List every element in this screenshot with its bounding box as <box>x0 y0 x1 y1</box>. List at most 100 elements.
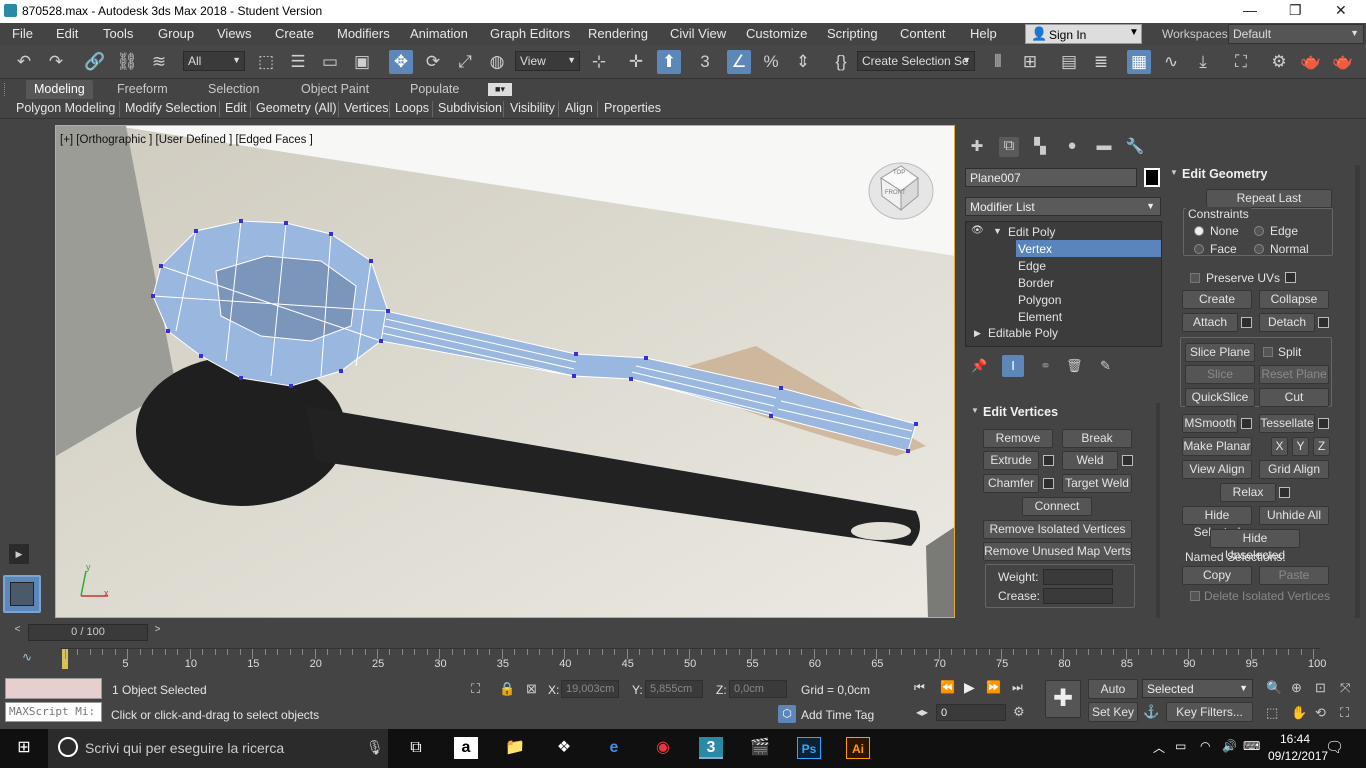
ribbon-options-icon[interactable]: ■▾ <box>488 83 512 96</box>
create-button[interactable]: Create <box>1182 290 1252 309</box>
select-manipulate-icon[interactable]: ✛ <box>624 50 648 74</box>
undo-icon[interactable]: ↶ <box>12 50 36 74</box>
clock-date[interactable]: 09/12/2017 <box>1268 749 1328 763</box>
time-tag-icon[interactable]: ⬡ <box>778 705 796 723</box>
key-filters-toggle-icon[interactable]: ⚓ <box>1143 704 1159 720</box>
percent-snap-icon[interactable]: % <box>759 50 783 74</box>
make-planar-button[interactable]: Make Planar <box>1182 437 1252 456</box>
keyboard-shortcut-override-icon[interactable]: ⬆ <box>657 50 681 74</box>
workspace-dropdown[interactable]: Default ▼ <box>1228 24 1364 44</box>
show-end-result-icon[interactable]: I <box>1002 355 1024 377</box>
select-by-name-icon[interactable]: ☰ <box>286 50 310 74</box>
edge-browser-icon[interactable]: e <box>602 737 626 759</box>
wifi-icon[interactable]: ◠ <box>1200 739 1210 753</box>
selection-lock-icon[interactable]: 🔒 <box>499 681 515 697</box>
menu-content[interactable]: Content <box>900 26 946 41</box>
tab-modeling[interactable]: Modeling <box>26 80 93 99</box>
motion-tab-icon[interactable]: ● <box>1062 137 1082 157</box>
curve-editor-icon[interactable]: ∿ <box>1159 50 1183 74</box>
taskbar-search[interactable]: Scrivi qui per eseguire la ricerca 🎙 <box>48 729 388 768</box>
layer-explorer-icon[interactable]: ≣ <box>1089 50 1113 74</box>
reference-coordinate-dropdown[interactable]: View ▼ <box>515 51 580 71</box>
rectangular-selection-icon[interactable]: ▭ <box>318 50 342 74</box>
stack-item-editable-poly[interactable]: Editable Poly <box>988 326 1058 340</box>
time-slider[interactable]: 0 / 100 <box>28 624 148 641</box>
named-selection-dropdown[interactable]: Create Selection Se ▼ <box>857 51 975 71</box>
object-color-swatch[interactable] <box>1144 168 1160 187</box>
relax-button[interactable]: Relax <box>1220 483 1276 502</box>
make-unique-icon[interactable]: ⚭ <box>1040 358 1051 374</box>
key-mode-icon[interactable]: ◂▸ <box>916 705 928 719</box>
relax-settings-icon[interactable] <box>1279 487 1290 498</box>
panel-loops[interactable]: Loops <box>395 101 429 115</box>
menu-customize[interactable]: Customize <box>746 26 807 41</box>
panel-visibility[interactable]: Visibility <box>510 101 555 115</box>
preserve-uvs-settings-icon[interactable] <box>1285 272 1296 283</box>
battery-icon[interactable]: ▭ <box>1175 739 1186 753</box>
keyboard-icon[interactable]: ⌨ <box>1243 739 1260 753</box>
extrude-button[interactable]: Extrude <box>983 451 1039 470</box>
menu-civil-view[interactable]: Civil View <box>670 26 726 41</box>
microphone-icon[interactable]: 🎙 <box>366 739 384 756</box>
create-tab-icon[interactable]: ✚ <box>967 137 987 157</box>
rotate-icon[interactable]: ⟳ <box>421 50 445 74</box>
viewport-layout-icon[interactable] <box>3 575 41 613</box>
3ds-max-icon[interactable]: 3 <box>699 737 723 759</box>
target-weld-button[interactable]: Target Weld <box>1062 474 1132 493</box>
illustrator-icon[interactable]: Ai <box>846 737 870 759</box>
edit-named-selection-icon[interactable]: {} <box>829 50 853 74</box>
tab-freeform[interactable]: Freeform <box>117 82 168 96</box>
angle-snap-icon[interactable]: ∠ <box>727 50 751 74</box>
action-center-icon[interactable]: 🗨 <box>1325 738 1344 756</box>
hide-selected-button[interactable]: Hide Selected <box>1182 506 1252 539</box>
maxscript-mini-listener[interactable]: MAXScript Mi: <box>5 702 102 722</box>
preserve-uvs-label[interactable]: Preserve UVs <box>1206 271 1280 285</box>
chamfer-button[interactable]: Chamfer <box>983 474 1039 493</box>
next-frame-icon[interactable]: ⏩ <box>986 680 1001 694</box>
zoom-icon[interactable]: 🔍 <box>1266 680 1282 696</box>
render-production-icon[interactable]: 🫖 <box>1331 50 1355 74</box>
zoom-extents-icon[interactable]: ⊡ <box>1315 680 1326 696</box>
grid-align-button[interactable]: Grid Align <box>1259 460 1329 479</box>
delete-isolated-label[interactable]: Delete Isolated Vertices <box>1204 589 1330 603</box>
attach-settings-icon[interactable] <box>1241 317 1252 328</box>
stack-item-polygon[interactable]: Polygon <box>1018 293 1061 307</box>
detach-settings-icon[interactable] <box>1318 317 1329 328</box>
menu-tools[interactable]: Tools <box>103 26 133 41</box>
place-icon[interactable]: ◍ <box>485 50 509 74</box>
scene-explorer-icon[interactable]: ▤ <box>1057 50 1081 74</box>
window-crossing-icon[interactable]: ▣ <box>350 50 374 74</box>
dropbox-icon[interactable]: ❖ <box>552 737 576 759</box>
hierarchy-tab-icon[interactable]: ▚ <box>1030 137 1050 157</box>
stack-item-vertex[interactable]: Vertex <box>1018 242 1052 256</box>
constraint-none-radio[interactable] <box>1194 226 1204 236</box>
constraint-face-radio[interactable] <box>1194 244 1204 254</box>
unhide-all-button[interactable]: Unhide All <box>1259 506 1329 525</box>
add-time-tag-button[interactable]: Add Time Tag <box>801 708 874 722</box>
show-hidden-icons-icon[interactable]: ︿ <box>1153 739 1165 756</box>
eye-icon[interactable]: 👁 <box>971 225 984 236</box>
normal-label[interactable]: Normal <box>1270 242 1309 256</box>
edit-vertices-title[interactable]: Edit Vertices <box>983 405 1058 419</box>
key-filters-button[interactable]: Key Filters... <box>1166 702 1253 722</box>
viewport-orthographic[interactable]: [+] [Orthographic ] [User Defined ] [Edg… <box>55 125 955 618</box>
panel-edit[interactable]: Edit <box>225 101 247 115</box>
collapse-arrow-icon[interactable]: ▶ <box>974 328 981 339</box>
scale-icon[interactable]: ⤢ <box>453 50 477 74</box>
isolate-selection-icon[interactable]: ⛶ <box>471 681 480 697</box>
weld-button[interactable]: Weld <box>1062 451 1118 470</box>
x-coordinate-field[interactable]: 19,003cm <box>561 680 619 698</box>
zoom-region-icon[interactable]: ⬚ <box>1266 705 1278 721</box>
move-icon[interactable]: ✥ <box>389 50 413 74</box>
remove-modifier-icon[interactable]: 🗑 <box>1066 358 1083 374</box>
sign-in-dropdown[interactable]: 👤 Sign In ▼ <box>1025 24 1142 44</box>
menu-animation[interactable]: Animation <box>410 26 468 41</box>
break-button[interactable]: Break <box>1062 429 1132 448</box>
schematic-view-icon[interactable]: ⤓ <box>1191 50 1215 74</box>
expand-arrow-icon[interactable]: ▼ <box>993 226 1002 236</box>
detach-button[interactable]: Detach <box>1259 313 1315 332</box>
media-icon[interactable]: 🎬 <box>748 737 772 759</box>
stack-item-element[interactable]: Element <box>1018 310 1062 324</box>
menu-help[interactable]: Help <box>970 26 997 41</box>
link-icon[interactable]: 🔗 <box>83 50 107 74</box>
